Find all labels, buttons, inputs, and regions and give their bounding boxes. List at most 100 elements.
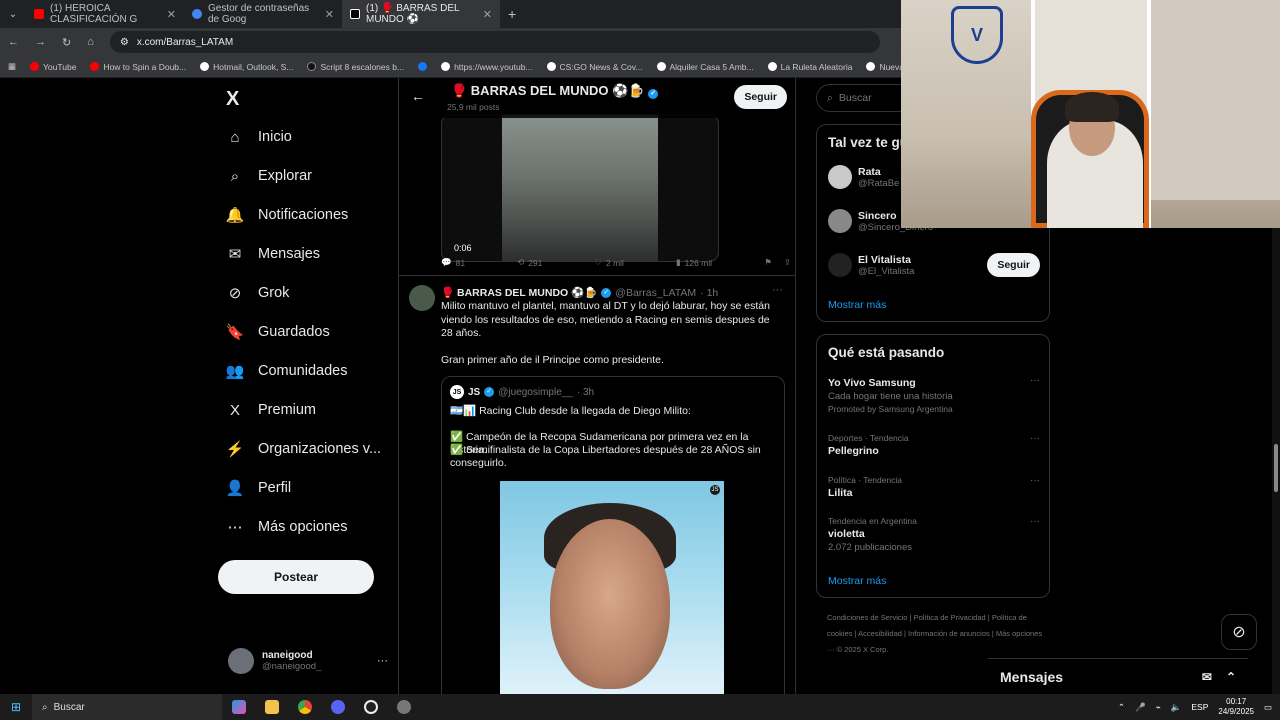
trend-item[interactable]: Tendencia en Argentina violetta 2.072 pu… — [828, 516, 1040, 553]
follow-button[interactable]: Seguir — [987, 253, 1040, 277]
nav-item-comunidades[interactable]: 👥 Comunidades — [226, 362, 348, 380]
home-icon[interactable]: ⌂ — [87, 36, 94, 48]
more-icon[interactable]: ··· — [1030, 475, 1040, 486]
nav-item-premium[interactable]: X Premium — [226, 401, 316, 419]
nav-item-inicio[interactable]: ⌂ Inicio — [226, 128, 291, 146]
url-field[interactable]: ⚙ x.com/Barras_LATAM — [109, 31, 880, 53]
grok-fab-icon[interactable]: ⊘ — [1221, 614, 1257, 650]
nav-item-explorar[interactable]: ⌕ Explorar — [226, 167, 312, 185]
trend-item[interactable]: Política · Tendencia Lilita ··· — [828, 475, 1040, 499]
notification-icon[interactable]: ▭ — [1264, 702, 1272, 713]
chevron-up-icon[interactable]: ⌃ — [1226, 670, 1236, 684]
share-button[interactable]: ⇪ — [784, 257, 791, 268]
bookmark-item[interactable]: How to Spin a Doub... — [90, 62, 186, 72]
new-message-icon[interactable]: ✉ — [1202, 670, 1212, 684]
site-info-icon[interactable]: ⚙ — [120, 37, 129, 48]
copilot-icon[interactable] — [222, 694, 255, 720]
discord-icon[interactable] — [321, 694, 354, 720]
x-logo-icon[interactable]: X — [226, 88, 239, 111]
more-icon[interactable]: ··· — [1030, 433, 1040, 444]
windows-start-icon[interactable]: ⊞ — [0, 700, 32, 714]
tweet-author-handle[interactable]: @Barras_LATAM — [615, 287, 696, 299]
browser-tab-1[interactable]: (1) HEROICA CLASIFICACIÓN G ✕ — [26, 0, 184, 28]
microphone-icon[interactable]: 🎤 — [1135, 702, 1146, 713]
system-tray: ⌃ 🎤 ⌁ 🔈 ESP 00:17 24/9/2025 ▭ — [1118, 697, 1280, 717]
close-tab-icon[interactable]: ✕ — [167, 8, 176, 21]
show-more-link[interactable]: Mostrar más — [828, 575, 886, 587]
forward-icon[interactable]: → — [35, 36, 46, 48]
settings-icon[interactable] — [387, 694, 420, 720]
url-text: x.com/Barras_LATAM — [136, 36, 234, 48]
chevron-up-icon[interactable]: ⌃ — [1118, 702, 1125, 713]
network-icon[interactable]: ⌁ — [1156, 702, 1161, 713]
suggestion-handle: @RataBe — [858, 177, 900, 189]
bookmark-item[interactable] — [418, 62, 428, 71]
reload-icon[interactable]: ↻ — [62, 36, 71, 49]
more-icon[interactable]: ··· — [772, 284, 783, 296]
more-icon[interactable]: ··· — [377, 655, 388, 667]
more-icon[interactable]: ··· — [1030, 516, 1040, 527]
clock[interactable]: 00:17 24/9/2025 — [1218, 697, 1254, 717]
nav-item-guardados[interactable]: 🔖 Guardados — [226, 323, 330, 341]
bookmark-icon: 🔖 — [225, 324, 245, 341]
tweet-time[interactable]: · 1h — [700, 287, 718, 299]
messages-drawer[interactable]: Mensajes ✉ ⌃ — [988, 658, 1248, 694]
apps-icon[interactable]: ▦ — [8, 61, 16, 72]
obs-icon[interactable] — [354, 694, 387, 720]
bookmark-item[interactable]: Alquiler Casa 5 Amb... — [656, 62, 754, 72]
share-icon: ⇪ — [783, 257, 791, 267]
back-icon[interactable]: ← — [8, 36, 19, 48]
avatar[interactable] — [409, 285, 435, 311]
repost-button[interactable]: ⟲ 291 — [517, 257, 542, 268]
bookmark-item[interactable]: La Ruleta Aleatoria — [767, 62, 852, 72]
close-tab-icon[interactable]: ✕ — [325, 8, 334, 21]
video-player[interactable]: 0:06 — [441, 114, 719, 262]
language-indicator[interactable]: ESP — [1191, 702, 1208, 712]
bookmark-item[interactable]: https://www.youtub... — [441, 62, 533, 72]
close-tab-icon[interactable]: ✕ — [483, 8, 492, 21]
tab-search-icon[interactable]: ⌄ — [0, 9, 26, 20]
scrollbar-thumb[interactable] — [1274, 444, 1278, 492]
bookmark-item[interactable]: Hotmail, Outlook, S... — [200, 62, 293, 72]
suggestion-name: Rata — [858, 165, 881, 178]
nav-label: Perfil — [258, 480, 292, 496]
new-tab-icon[interactable]: + — [500, 6, 524, 22]
bookmark-label: YouTube — [43, 61, 77, 72]
more-icon[interactable]: ··· — [1030, 375, 1040, 386]
trend-item[interactable]: Deportes · Tendencia Pellegrino ··· — [828, 433, 1040, 457]
chrome-icon[interactable] — [288, 694, 321, 720]
browser-tab-3[interactable]: (1) 🥊 BARRAS DEL MUNDO ⚽ ✕ — [342, 0, 500, 28]
bookmark-favicon-icon — [30, 62, 40, 71]
follow-button[interactable]: Seguir — [734, 85, 787, 109]
like-button[interactable]: ♡ 2 mil — [594, 257, 624, 268]
account-switcher[interactable]: naneigood @naneigood_ ··· — [228, 648, 388, 674]
nav-item-notificaciones[interactable]: 🔔 Notificaciones — [226, 206, 349, 224]
footer-links[interactable]: Condiciones de Servicio | Política de Pr… — [827, 610, 1047, 658]
account-name: naneigood — [262, 650, 313, 661]
quote-image[interactable]: JS — [500, 481, 724, 694]
file-explorer-icon[interactable] — [255, 694, 288, 720]
bookmark-item[interactable]: Script 8 escalones b... — [307, 62, 404, 72]
nav-item-organizaciones[interactable]: ⚡ Organizaciones v... — [226, 440, 381, 458]
bookmark-label: Hotmail, Outlook, S... — [213, 61, 294, 72]
nav-item-perfil[interactable]: 👤 Perfil — [226, 479, 291, 497]
nav-item-mensajes[interactable]: ✉ Mensajes — [226, 245, 320, 263]
post-button[interactable]: Postear — [218, 560, 374, 594]
bookmark-item[interactable]: YouTube — [30, 62, 76, 72]
bookmark-button[interactable]: ⚑ — [764, 257, 772, 268]
nav-item-grok[interactable]: ⊘ Grok — [226, 284, 290, 302]
views-button[interactable]: ▮ 126 mil — [676, 257, 712, 268]
browser-tab-2[interactable]: Gestor de contraseñas de Goog ✕ — [184, 0, 342, 28]
suggestion-item[interactable]: El Vitalista @El_Vitalista Seguir — [828, 253, 1040, 277]
nav-item-mas-opciones[interactable]: ⋯ Más opciones — [226, 518, 348, 536]
quoted-tweet[interactable]: JS JS ✓ @juegosimple__ · 3h 🇦🇷📊 Racing C… — [441, 376, 785, 694]
trend-title: Pellegrino — [828, 445, 879, 457]
volume-icon[interactable]: 🔈 — [1171, 702, 1182, 713]
show-more-link[interactable]: Mostrar más — [828, 299, 886, 311]
back-arrow-icon[interactable]: ← — [411, 88, 425, 104]
reply-button[interactable]: 💬 81 — [441, 257, 465, 268]
bookmark-item[interactable]: CS:GO News & Cov... — [546, 62, 643, 72]
trend-item[interactable]: Yo Vivo Samsung Cada hogar tiene una his… — [828, 375, 1040, 414]
tweet-author-name[interactable]: 🥊 BARRAS DEL MUNDO ⚽🍺 — [441, 286, 597, 299]
taskbar-search[interactable]: ⌕ Buscar — [32, 694, 222, 720]
